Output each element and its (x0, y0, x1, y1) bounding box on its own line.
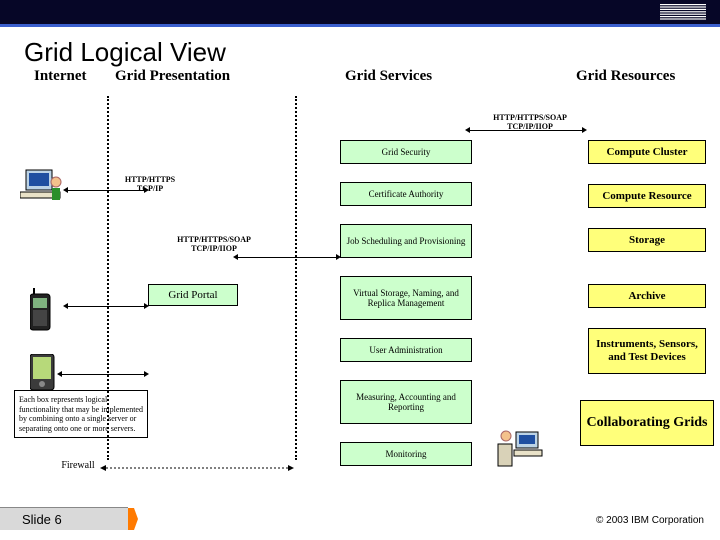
footer: Slide 6 © 2003 IBM Corporation (0, 505, 720, 540)
header-presentation: Grid Presentation (115, 68, 230, 85)
protocol-label-3: HTTP/HTTPS/SOAP TCP/IP/IIOP (484, 114, 576, 132)
mobile-phone-icon (30, 288, 52, 332)
arrow-phone-portal (68, 306, 144, 307)
service-virtual-storage: Virtual Storage, Naming, and Replica Man… (340, 276, 472, 320)
service-user-admin: User Administration (340, 338, 472, 362)
header-resources: Grid Resources (576, 68, 675, 85)
diagram-canvas: HTTP/HTTPS TCP/IP HTTP/HTTPS/SOAP TCP/IP… (0, 90, 720, 500)
firewall-line-right (295, 96, 297, 460)
workstation-icon (20, 168, 64, 210)
arrow-pda-portal (62, 374, 144, 375)
header-internet: Internet (34, 68, 87, 85)
grid-portal-box: Grid Portal (148, 284, 238, 306)
server-desk-icon (496, 430, 546, 470)
explanation-note: Each box represents logical functionalit… (14, 390, 148, 438)
resource-compute-cluster: Compute Cluster (588, 140, 706, 164)
page-title: Grid Logical View (0, 27, 720, 74)
top-bar (0, 0, 720, 24)
service-measuring: Measuring, Accounting and Reporting (340, 380, 472, 424)
resource-storage: Storage (588, 228, 706, 252)
ibm-logo-icon (660, 4, 706, 20)
resource-compute: Compute Resource (588, 184, 706, 208)
slide-number: Slide 6 (0, 512, 62, 527)
arrow-client-portal (68, 190, 144, 191)
resource-collaborating-grids: Collaborating Grids (580, 400, 714, 446)
service-monitoring: Monitoring (340, 442, 472, 466)
resource-archive: Archive (588, 284, 706, 308)
protocol-label-2: HTTP/HTTPS/SOAP TCP/IP/IIOP (168, 236, 260, 254)
arrow-portal-services (238, 257, 336, 258)
service-cert-authority: Certificate Authority (340, 182, 472, 206)
arrow-services-resources (470, 130, 582, 131)
firewall-pointer-icon (100, 464, 300, 474)
pda-icon (30, 354, 56, 394)
service-job-scheduling: Job Scheduling and Provisioning (340, 224, 472, 258)
service-grid-security: Grid Security (340, 140, 472, 164)
resource-instruments: Instruments, Sensors, and Test Devices (588, 328, 706, 374)
copyright: © 2003 IBM Corporation (596, 515, 704, 526)
slide-chevron-icon (128, 508, 138, 530)
firewall-label-left: Firewall (50, 460, 106, 471)
slide-indicator: Slide 6 (0, 507, 128, 530)
header-services: Grid Services (345, 68, 432, 85)
